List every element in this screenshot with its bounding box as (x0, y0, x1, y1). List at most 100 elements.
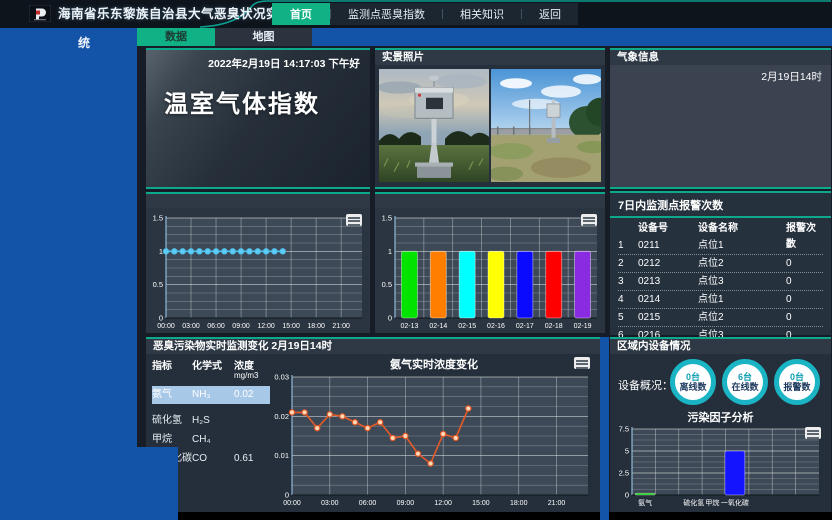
nav-item-knowledge[interactable]: 相关知识 (443, 3, 521, 25)
gas-index-trend-svg: 00.511.500:0003:0006:0009:0012:0015:0018… (146, 208, 370, 333)
station-photo-2 (491, 69, 601, 182)
svg-text:03:00: 03:00 (182, 323, 200, 330)
svg-text:02-14: 02-14 (429, 323, 447, 330)
ammonia-trend-block: 氨气实时浓度变化 00.010.020.0300:0003:0006:0009:… (270, 354, 598, 510)
panel-header (375, 194, 605, 208)
pollution-factor-title: 污染因子分析 (610, 409, 831, 425)
alarm-counts-panel: 7日内监测点报警次数 设备号 设备名称 报警次数 10211点位1020212点… (610, 191, 831, 335)
table-row: 10211点位10 (618, 237, 823, 255)
alarm-table-body: 10211点位1020212点位2030213点位3040214点位105021… (618, 237, 823, 345)
weather-timestamp: 2月19日14时 (761, 69, 822, 84)
offline-count-badge: 0台 离线数 (670, 359, 716, 405)
nav-item-odor-index[interactable]: 监测点恶臭指数 (331, 3, 442, 25)
col-indicator: 指标 (152, 357, 192, 380)
svg-text:1: 1 (388, 247, 392, 256)
svg-text:03:00: 03:00 (321, 500, 339, 507)
svg-text:02-15: 02-15 (458, 323, 476, 330)
table-cell: 1 (618, 237, 638, 254)
svg-text:00:00: 00:00 (283, 500, 301, 507)
odor-cell-formula: H₂S (192, 413, 234, 429)
svg-text:7.5: 7.5 (619, 425, 629, 434)
dashboard: 海南省乐东黎族自治县大气恶臭状况实时发布系 首页 监测点恶臭指数 相关知识 返回… (0, 0, 832, 520)
odor-cell-formula: CO (192, 451, 234, 467)
logo (29, 5, 51, 22)
svg-text:09:00: 09:00 (232, 323, 250, 330)
svg-text:0: 0 (285, 491, 289, 500)
background-patch (137, 447, 178, 520)
svg-text:0: 0 (625, 491, 629, 500)
logo-icon (29, 5, 51, 22)
daily-index-bars-chart: 00.511.502-1302-1402-1502-1602-1702-1802… (375, 208, 605, 333)
alarm-panel-title: 7日内监测点报警次数 (610, 193, 831, 218)
svg-text:0.03: 0.03 (274, 373, 289, 382)
photos-panel-title: 实景照片 (375, 50, 605, 65)
svg-text:02-16: 02-16 (487, 323, 505, 330)
nav-item-back[interactable]: 返回 (522, 3, 578, 25)
table-cell: 0215 (638, 309, 698, 326)
device-panel-title: 区域内设备情况 (610, 339, 831, 354)
alarm-count-badge: 0台 报警数 (774, 359, 820, 405)
svg-text:氨气: 氨气 (638, 498, 652, 507)
svg-text:18:00: 18:00 (510, 500, 528, 507)
photos-panel: 实景照片 (375, 48, 605, 189)
table-row: 50215点位20 (618, 309, 823, 327)
table-cell: 点位1 (698, 237, 786, 254)
background-patch (600, 337, 609, 520)
odor-cell-value (234, 413, 270, 429)
ammonia-chart-title: 氨气实时浓度变化 (270, 356, 598, 372)
tab-data[interactable]: 数据 (137, 28, 215, 46)
odor-cell-formula: CH₄ (192, 432, 234, 448)
daily-index-bars-panel: 00.511.502-1302-1402-1502-1602-1702-1802… (375, 192, 605, 333)
chart-menu-icon[interactable] (346, 214, 362, 226)
ammonia-trend-chart: 00.010.020.0300:0003:0006:0009:0012:0015… (270, 371, 598, 510)
table-row: 20212点位20 (618, 255, 823, 273)
datetime-text: 2022年2月19日 14:17:03 下午好 (206, 56, 362, 71)
nav-item-home[interactable]: 首页 (272, 3, 330, 25)
chart-menu-icon[interactable] (581, 214, 597, 226)
svg-text:21:00: 21:00 (332, 323, 350, 330)
svg-text:15:00: 15:00 (282, 323, 300, 330)
main-nav: 首页 监测点恶臭指数 相关知识 返回 (272, 3, 578, 25)
svg-text:06:00: 06:00 (207, 323, 225, 330)
odor-cell-value: 0.02 (234, 386, 270, 404)
weather-body: 2月19日14时 (610, 65, 831, 187)
offline-count: 0台 (686, 372, 700, 382)
svg-text:5: 5 (625, 447, 629, 456)
odor-row: 甲烷CH₄ (152, 432, 270, 448)
svg-text:1.5: 1.5 (382, 214, 392, 223)
svg-text:06:00: 06:00 (359, 500, 377, 507)
table-cell: 点位2 (698, 255, 786, 272)
svg-text:02-19: 02-19 (574, 323, 592, 330)
online-label: 在线数 (731, 382, 758, 392)
odor-pollutants-panel: 恶臭污染物实时监测变化 2月19日14时 指标 化学式 浓度 mg/m3 氨气N… (146, 337, 600, 512)
table-cell: 5 (618, 309, 638, 326)
offline-label: 离线数 (679, 382, 706, 392)
svg-text:00:00: 00:00 (157, 323, 175, 330)
odor-cell-name: 硫化氢 (152, 413, 192, 429)
odor-cell-value: 0.61 (234, 451, 270, 467)
top-bar: 海南省乐东黎族自治县大气恶臭状况实时发布系 首页 监测点恶臭指数 相关知识 返回 (0, 0, 832, 28)
table-row: 40214点位10 (618, 291, 823, 309)
svg-text:21:00: 21:00 (548, 500, 566, 507)
table-cell: 0214 (638, 291, 698, 308)
svg-text:0.01: 0.01 (274, 451, 289, 460)
chart-menu-icon[interactable] (574, 357, 590, 369)
gas-index-trend-panel: 00.511.500:0003:0006:0009:0012:0015:0018… (146, 192, 370, 333)
online-count-badge: 6台 在线数 (722, 359, 768, 405)
sidebar: 统 (0, 28, 137, 520)
table-cell: 点位2 (698, 309, 786, 326)
svg-text:甲烷: 甲烷 (705, 498, 719, 507)
weather-panel: 气象信息 2月19日14时 (610, 48, 831, 189)
svg-text:2.5: 2.5 (619, 469, 629, 478)
svg-text:1.5: 1.5 (153, 214, 163, 223)
ammonia-trend-svg: 00.010.020.0300:0003:0006:0009:0012:0015… (270, 371, 598, 510)
greenhouse-gas-panel: 2022年2月19日 14:17:03 下午好 温室气体指数 (146, 48, 370, 189)
svg-text:12:00: 12:00 (257, 323, 275, 330)
table-cell: 3 (618, 273, 638, 290)
svg-text:09:00: 09:00 (397, 500, 415, 507)
table-cell: 0 (786, 273, 823, 290)
chart-menu-icon[interactable] (805, 427, 821, 439)
tab-map[interactable]: 地图 (215, 28, 312, 46)
svg-text:02-18: 02-18 (545, 323, 563, 330)
table-cell: 0 (786, 255, 823, 272)
